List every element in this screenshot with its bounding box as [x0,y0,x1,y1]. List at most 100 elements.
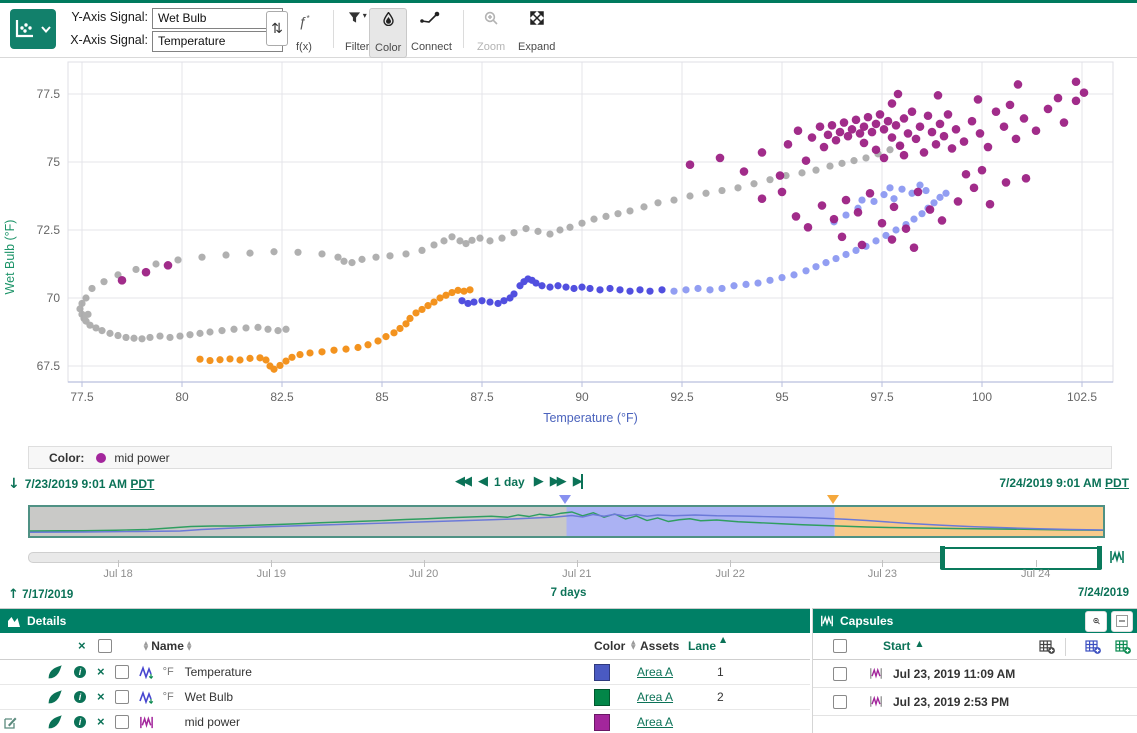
sort-icon[interactable]: ▲▼ [631,640,636,650]
step-size-label[interactable]: 1 day [494,475,525,489]
svg-text:77.5: 77.5 [37,87,61,101]
zoom-in-icon [1093,615,1100,627]
capsule-checkbox[interactable] [833,667,847,681]
range-end[interactable]: 7/24/2019 [1078,587,1129,599]
display-range-start[interactable]: ↓ 7/23/2019 9:01 AM PDT [8,476,154,492]
step-forward-many-icon[interactable]: ▶▶ [550,474,564,489]
series-blue-segment [458,275,665,307]
edit-icon[interactable] [4,716,17,729]
item-name: mid power [185,715,594,729]
info-icon[interactable]: i [74,666,86,678]
expand-button[interactable]: Expand [513,8,560,56]
rocket-icon[interactable] [48,715,62,729]
column-lane[interactable]: Lane [688,639,716,653]
row-checkbox[interactable] [115,665,129,679]
scatter-plot-workbench: Y-Axis Signal: Wet Bulb▼ X-Axis Signal: … [0,0,1137,733]
item-icon-slot [139,690,163,704]
scatter-plot-area[interactable]: 67.57072.57577.577.58082.58587.59092.595… [0,57,1137,445]
caret-down-icon: ▾ [363,11,367,20]
swap-axes-button[interactable]: ⇅ [266,11,288,46]
info-icon[interactable]: i [74,716,86,728]
connect-button[interactable]: Connect [406,8,457,56]
row-right-columns: Area A1 [594,660,810,684]
capsule-checkbox[interactable] [833,695,847,709]
range-duration[interactable]: 7 days [0,587,1137,599]
add-table-button[interactable] [1039,640,1055,654]
sort-asc-icon[interactable]: ▲ [720,635,726,644]
step-to-end-icon[interactable]: ▶ [573,474,583,489]
select-all-checkbox[interactable] [98,639,112,653]
svg-text:67.5: 67.5 [37,359,61,373]
rocket-icon[interactable] [48,665,62,679]
scrollbar-left-handle[interactable] [940,546,945,569]
add-signal-table-button[interactable] [1115,640,1131,654]
rocket-icon[interactable] [48,690,62,704]
color-swatch[interactable] [594,664,610,681]
scatter-plot-view-button[interactable] [10,9,56,49]
column-color[interactable]: Color [594,639,625,653]
remove-icon[interactable]: × [97,691,105,703]
capsules-collapse-button[interactable] [1111,611,1133,632]
y-axis-signal-select[interactable]: Wet Bulb▼ [152,8,283,29]
series-orange-segment [196,286,473,373]
details-panel-title: Details [27,614,66,628]
trend-timebar[interactable] [28,505,1105,538]
details-panel: Details × ▲▼ Name ▲▼ Color ▲▼ Assets Lan… [0,608,810,733]
svg-text:72.5: 72.5 [37,223,61,237]
remove-icon[interactable]: × [97,666,105,678]
step-back-many-icon[interactable]: ◀◀ [455,474,469,489]
timebar-region-blue [567,507,835,536]
step-back-icon[interactable]: ◀ [478,474,485,489]
asset-link[interactable]: Area A [637,690,673,704]
timebar-condition-marker[interactable] [827,495,839,504]
remove-all-icon[interactable]: × [78,640,86,652]
item-icon-slot [139,665,163,679]
time-step-controls: ◀◀ ◀ 1 day ▶ ▶▶ ▶ [455,474,583,489]
fx-button[interactable]: ƒ* f(x) [291,8,317,56]
collapse-icon [1116,615,1128,627]
add-condition-table-button[interactable] [1085,640,1101,654]
column-start[interactable]: Start [883,639,910,653]
capsule-start-time: Jul 23, 2019 11:09 AM [893,667,1015,681]
signal-icon [139,665,155,679]
filter-funnel-icon [348,11,361,24]
date-tick-mark [730,560,731,567]
color-droplet-icon [383,12,394,26]
date-tick-mark [424,560,425,567]
sort-icon[interactable]: ▲▼ [144,641,149,651]
time-scrollbar-selection[interactable] [940,547,1102,570]
asset-link[interactable]: Area A [637,665,673,679]
info-icon[interactable]: i [74,691,86,703]
capsules-zoom-button[interactable] [1085,611,1107,632]
row-checkbox[interactable] [115,715,129,729]
condition-icon [139,715,154,730]
timebar-condition-marker[interactable] [559,495,571,504]
sort-asc-icon[interactable]: ▲ [916,639,922,648]
sort-icon[interactable]: ▲▼ [187,641,192,651]
fx-icon: ƒ* [298,11,309,30]
capsules-select-all-checkbox[interactable] [833,639,847,653]
step-forward-icon[interactable]: ▶ [534,474,541,489]
display-range-end[interactable]: 7/24/2019 9:01 AM PDT [999,476,1129,490]
scrollbar-right-handle[interactable] [1097,546,1102,569]
asset-link[interactable]: Area A [637,715,673,729]
capsules-icon [820,614,834,628]
column-assets[interactable]: Assets [640,639,679,653]
y-axis-signal-label: Y-Axis Signal: [64,10,148,24]
color-swatch[interactable] [594,714,610,731]
date-tick-label: Jul 21 [547,568,607,580]
column-name[interactable]: Name [151,639,184,653]
svg-text:70: 70 [47,291,61,305]
row-right-columns: Area A2 [594,685,810,709]
color-swatch[interactable] [594,689,610,706]
remove-icon[interactable]: × [97,716,105,728]
display-range-bar: ↓ 7/23/2019 9:01 AM PDT ◀◀ ◀ 1 day ▶ ▶▶ … [0,473,1137,497]
details-chart-icon [7,615,21,628]
y-axis-title: Wet Bulb (°F) [3,220,17,295]
row-checkbox[interactable] [115,690,129,704]
capsules-panel-title: Capsules [840,614,893,628]
x-axis-signal-select[interactable]: Temperature▼ [152,31,283,52]
svg-text:90: 90 [575,390,589,404]
capsule-time-icon[interactable] [1109,549,1125,565]
color-button[interactable]: Color [369,8,407,58]
